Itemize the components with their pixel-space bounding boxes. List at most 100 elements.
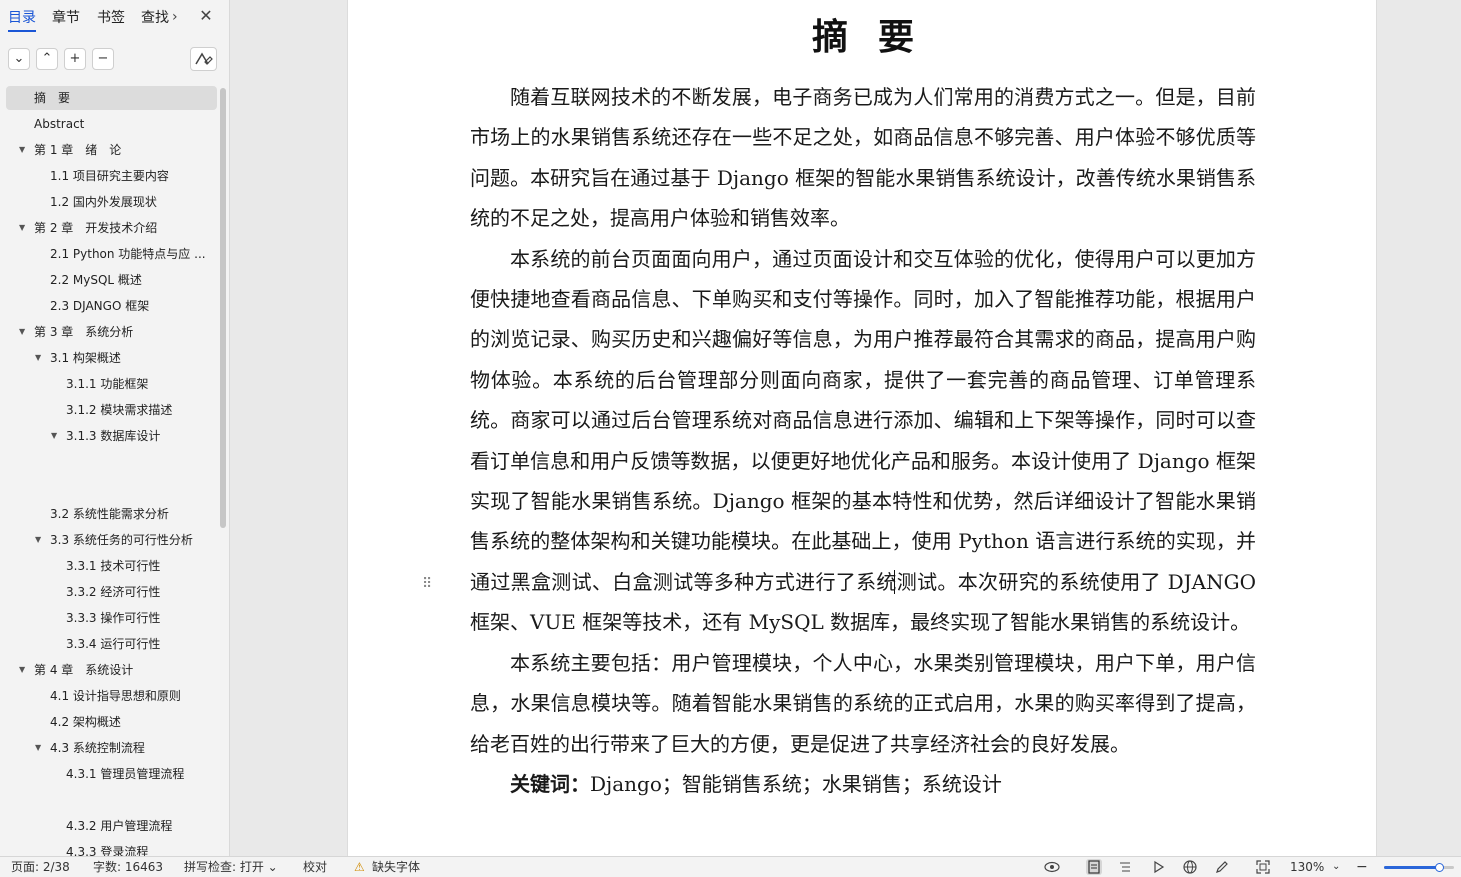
outline-item-label: 3.2 系统性能需求分析 — [50, 507, 169, 521]
outline-item-label: 3.3.1 技术可行性 — [66, 559, 161, 573]
word-count[interactable]: 字数: 16463 — [93, 857, 163, 877]
outline-item[interactable]: 3.3.4 运行可行性 — [6, 632, 217, 656]
expand-arrow-icon[interactable]: ▼ — [19, 138, 29, 162]
outline-item[interactable]: ▼ 3.3 系统任务的可行性分析 — [6, 528, 217, 552]
expand-down-button[interactable]: ⌄ — [8, 48, 30, 70]
paragraph-3[interactable]: 本系统主要包括：用户管理模块，个人中心，水果类别管理模块，用户下单，用户信息，水… — [470, 643, 1256, 764]
outline-item-empty[interactable] — [6, 476, 217, 500]
zoom-out-button[interactable]: − — [1356, 857, 1368, 877]
outline-item-label: 摘 要 — [34, 91, 71, 105]
outline-item[interactable]: ▼ 3.1.3 数据库设计 — [6, 424, 217, 448]
outline-item-label: 4.3.1 管理员管理流程 — [66, 767, 185, 781]
nav-scrollbar[interactable] — [220, 88, 226, 528]
outline-item[interactable]: 4.3.1 管理员管理流程 — [6, 762, 217, 786]
outline-item-label: 2.3 DJANGO 框架 — [50, 299, 150, 313]
outline-item-label: 3.1.2 模块需求描述 — [66, 403, 173, 417]
missing-font-button[interactable]: 缺失字体 — [372, 857, 420, 877]
page-title: 摘要 — [811, 16, 944, 58]
zoom-level[interactable]: 130% — [1290, 857, 1324, 877]
zoom-slider-fill — [1384, 866, 1439, 869]
add-level-button[interactable]: + — [64, 48, 86, 70]
paragraph-2[interactable]: 本系统的前台页面面向用户，通过页面设计和交互体验的优化，使得用户可以更加方便快捷… — [470, 239, 1276, 643]
page-view-icon[interactable] — [1086, 859, 1102, 875]
expand-arrow-icon[interactable]: ▼ — [19, 216, 29, 240]
outline-item-label: 4.3.2 用户管理流程 — [66, 819, 173, 833]
proofread-button[interactable]: 校对 — [303, 857, 327, 877]
zoom-slider-handle[interactable] — [1435, 863, 1444, 872]
outline-item-label: 第 4 章 系统设计 — [34, 663, 134, 677]
remove-level-button[interactable]: − — [92, 48, 114, 70]
tab-chapters[interactable]: 章节 — [52, 8, 80, 28]
outline-item[interactable]: Abstract — [6, 112, 217, 136]
outline-item-label: 第 1 章 绪 论 — [34, 143, 122, 157]
outline-item[interactable]: 3.1.1 功能框架 — [6, 372, 217, 396]
paragraph-1[interactable]: 随着互联网技术的不断发展，电子商务已成为人们常用的消费方式之一。但是，目前市场上… — [470, 77, 1256, 239]
outline-item[interactable]: 4.1 设计指导思想和原则 — [6, 684, 217, 708]
outline-item[interactable]: ▼ 第 4 章 系统设计 — [6, 658, 217, 682]
expand-arrow-icon[interactable]: ▼ — [19, 658, 29, 682]
tab-scroll-right-icon[interactable]: › — [172, 7, 186, 27]
tab-toc[interactable]: 目录 — [8, 8, 36, 32]
outline-item-label: 3.3 系统任务的可行性分析 — [50, 533, 193, 547]
outline-item-label: 3.3.3 操作可行性 — [66, 611, 161, 625]
outline-item[interactable]: ▼ 3.1 构架概述 — [6, 346, 217, 370]
style-brush-icon — [195, 52, 213, 65]
tab-find[interactable]: 查找 — [141, 8, 169, 28]
eye-protection-icon[interactable] — [1044, 859, 1060, 875]
outline-item-label: 4.1 设计指导思想和原则 — [50, 689, 181, 703]
heading-style-button[interactable] — [190, 47, 217, 71]
drag-handle-icon[interactable]: ⠿ — [422, 577, 432, 598]
expand-arrow-icon[interactable]: ▼ — [51, 424, 61, 448]
expand-arrow-icon[interactable]: ▼ — [35, 528, 45, 552]
outline-item[interactable]: 2.2 MySQL 概述 — [6, 268, 217, 292]
outline-item[interactable]: 3.3.3 操作可行性 — [6, 606, 217, 630]
outline-item[interactable]: 4.3.2 用户管理流程 — [6, 814, 217, 838]
outline-item[interactable]: 摘 要 — [6, 86, 217, 110]
zoom-slider[interactable] — [1384, 863, 1454, 872]
status-bar: 页面: 2/38 字数: 16463 拼写检查: 打开 ⌄ 校对 ⚠ 缺失字体 … — [0, 856, 1461, 877]
navigation-pane: 目录 章节 书签 查找 › ✕ ⌄ ⌃ + − 摘 要 Abstract ▼ 第 1 … — [0, 0, 230, 856]
outline-item[interactable]: ▼ 第 3 章 系统分析 — [6, 320, 217, 344]
outline-item[interactable]: 3.3.2 经济可行性 — [6, 580, 217, 604]
page-indicator[interactable]: 页面: 2/38 — [11, 857, 70, 877]
web-view-icon[interactable] — [1182, 859, 1198, 875]
expand-arrow-icon[interactable]: ▼ — [35, 736, 45, 760]
outline-item[interactable]: 3.1.2 模块需求描述 — [6, 398, 217, 422]
fit-page-icon[interactable] — [1255, 859, 1271, 875]
outline-item[interactable]: 4.3.3 登录流程 — [6, 840, 217, 856]
outline-item-label: 1.2 国内外发展现状 — [50, 195, 157, 209]
nav-tab-bar: 目录 章节 书签 查找 › ✕ — [0, 0, 230, 34]
warning-icon: ⚠ — [354, 860, 365, 874]
outline-item[interactable]: 1.1 项目研究主要内容 — [6, 164, 217, 188]
outline-item[interactable]: 2.1 Python 功能特点与应 ... — [6, 242, 217, 266]
outline-view-icon[interactable] — [1117, 859, 1133, 875]
keywords-line[interactable]: 关键词：Django；智能销售系统；水果销售；系统设计 — [470, 764, 1256, 804]
outline-item[interactable]: 3.2 系统性能需求分析 — [6, 502, 217, 526]
outline-item-empty[interactable] — [6, 450, 217, 474]
outline-item-label: 3.3.4 运行可行性 — [66, 637, 161, 651]
document-page[interactable]: 摘要 随着互联网技术的不断发展，电子商务已成为人们常用的消费方式之一。但是，目前… — [347, 0, 1377, 856]
tab-bookmarks[interactable]: 书签 — [97, 8, 125, 28]
outline-item-label: 4.3 系统控制流程 — [50, 741, 145, 755]
outline-item[interactable]: 2.3 DJANGO 框架 — [6, 294, 217, 318]
pen-icon[interactable] — [1214, 859, 1230, 875]
expand-arrow-icon[interactable]: ▼ — [19, 320, 29, 344]
close-icon[interactable]: ✕ — [197, 6, 215, 26]
zoom-dropdown-icon[interactable]: ⌄ — [1332, 857, 1340, 877]
play-icon[interactable] — [1150, 859, 1166, 875]
outline-item[interactable]: 1.2 国内外发展现状 — [6, 190, 217, 214]
outline-item-empty[interactable] — [6, 788, 217, 812]
outline-item-label: 3.1.1 功能框架 — [66, 377, 149, 391]
outline-item[interactable]: ▼ 4.3 系统控制流程 — [6, 736, 217, 760]
expand-arrow-icon[interactable]: ▼ — [35, 346, 45, 370]
outline-item[interactable]: 3.3.1 技术可行性 — [6, 554, 217, 578]
outline-item-label: 1.1 项目研究主要内容 — [50, 169, 169, 183]
outline-item-label: 3.1.3 数据库设计 — [66, 429, 161, 443]
outline-item[interactable]: ▼ 第 2 章 开发技术介绍 — [6, 216, 217, 240]
collapse-up-button[interactable]: ⌃ — [36, 48, 58, 70]
document-body[interactable]: 随着互联网技术的不断发展，电子商务已成为人们常用的消费方式之一。但是，目前市场上… — [470, 77, 1276, 804]
spell-check-toggle[interactable]: 拼写检查: 打开 ⌄ — [184, 857, 278, 877]
outline-item[interactable]: ▼ 第 1 章 绪 论 — [6, 138, 217, 162]
outline-item-label: Abstract — [34, 117, 85, 131]
outline-item[interactable]: 4.2 架构概述 — [6, 710, 217, 734]
